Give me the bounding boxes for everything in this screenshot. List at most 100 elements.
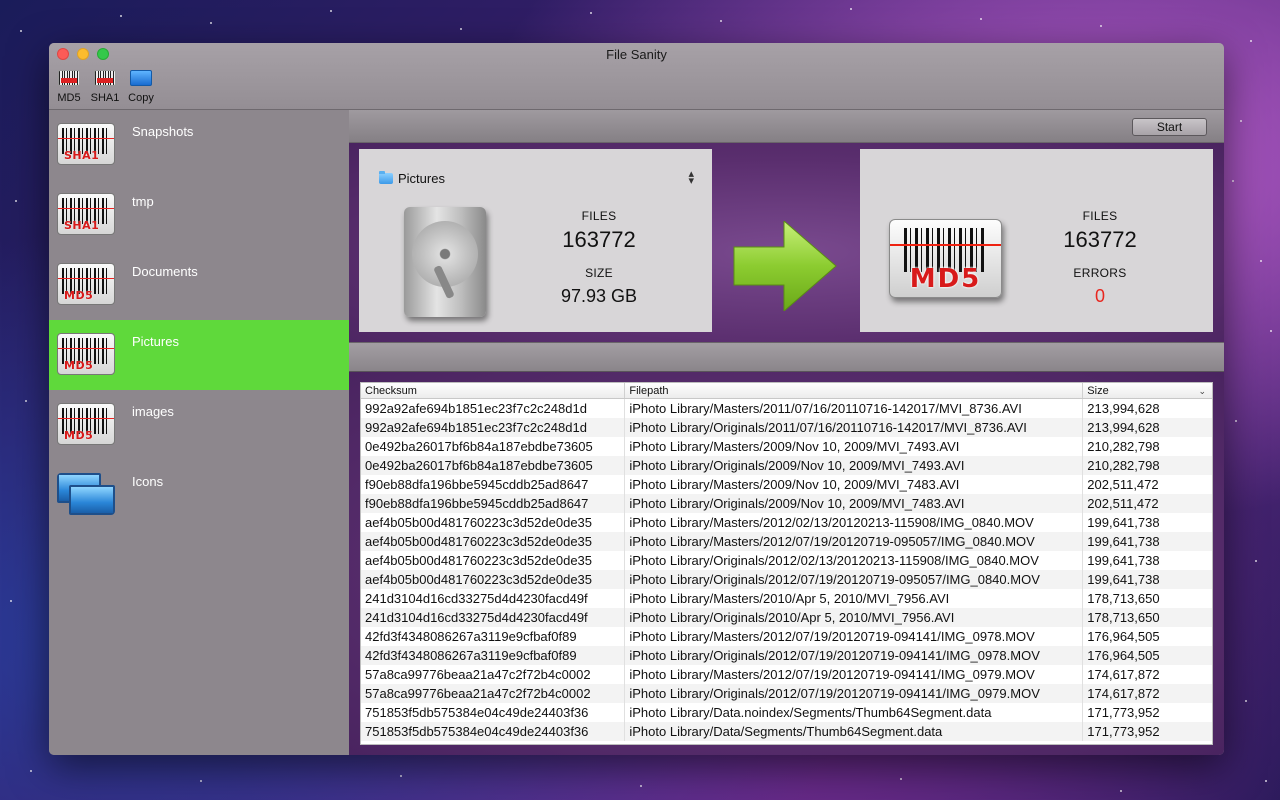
- size-cell: 202,511,472: [1087, 496, 1159, 511]
- sidebar-item-label: Documents: [132, 264, 198, 279]
- target-panel: MD5 FILES 163772 ERRORS 0: [860, 149, 1213, 332]
- size-cell: 176,964,505: [1087, 648, 1160, 663]
- table-row[interactable]: aef4b05b00d481760223c3d52de0de35 iPhoto L…: [361, 513, 1212, 532]
- size-cell: 210,282,798: [1087, 458, 1160, 473]
- size-cell: 213,994,628: [1087, 401, 1160, 416]
- star-decoration: [120, 15, 122, 17]
- table-row[interactable]: 57a8ca99776beaa21a47c2f72b4c0002 iPhoto L…: [361, 665, 1212, 684]
- sidebar: SHA1 Snapshots SHA1 tmp MD5 Documents MD…: [49, 110, 349, 755]
- sidebar-item-label: Icons: [132, 474, 164, 489]
- star-decoration: [1232, 180, 1234, 182]
- star-decoration: [1270, 330, 1272, 332]
- sidebar-item-tag: MD5: [64, 359, 94, 372]
- toolbar-sha1-button[interactable]: SHA1: [91, 70, 119, 104]
- table-row[interactable]: 992a92afe694b1851ec23f7c2c248d1d iPhoto L…: [361, 399, 1212, 418]
- sidebar-item-icons[interactable]: Icons: [49, 460, 349, 530]
- size-cell: 174,617,872: [1087, 686, 1160, 701]
- star-decoration: [25, 400, 27, 402]
- star-decoration: [1260, 260, 1262, 262]
- star-decoration: [1235, 420, 1237, 422]
- start-button[interactable]: Start: [1132, 118, 1207, 136]
- star-decoration: [1100, 25, 1102, 27]
- filepath-cell: iPhoto Library/Masters/2010/Apr 5, 2010/…: [625, 589, 1084, 608]
- source-folder-name: Pictures: [398, 171, 445, 186]
- md5-barcode-icon: MD5: [57, 333, 115, 375]
- table-row[interactable]: aef4b05b00d481760223c3d52de0de35 iPhoto L…: [361, 570, 1212, 589]
- filepath-cell: iPhoto Library/Masters/2012/07/19/201207…: [625, 627, 1084, 646]
- toolbar-md5-button[interactable]: MD5: [55, 70, 83, 104]
- sha1-barcode-icon: SHA1: [57, 193, 115, 235]
- checksum-cell: 42fd3f4348086267a3119e9cfbaf0f89: [361, 627, 626, 646]
- table-row[interactable]: 0e492ba26017bf6b84a187ebdbe73605 iPhoto L…: [361, 456, 1212, 475]
- app-window: File Sanity MD5 SHA1 Copy SHA1 Snapshots: [49, 43, 1224, 755]
- column-header-size[interactable]: Size ⌄: [1083, 383, 1212, 398]
- filepath-cell: iPhoto Library/Masters/2012/07/19/201207…: [625, 532, 1084, 551]
- checksum-cell: f90eb88dfa196bbe5945cddb25ad8647: [361, 494, 626, 513]
- toolbar-copy-button[interactable]: Copy: [127, 70, 155, 104]
- checksum-cell: 42fd3f4348086267a3119e9cfbaf0f89: [361, 646, 626, 665]
- star-decoration: [400, 775, 402, 777]
- table-row[interactable]: 241d3104d16cd33275d4d4230facd49f iPhoto L…: [361, 608, 1212, 627]
- target-files-value: 163772: [1063, 227, 1137, 252]
- column-header-size-label: Size: [1087, 385, 1109, 397]
- toolbar-md5-label: MD5: [57, 92, 81, 104]
- md5-barcode-icon: [58, 70, 80, 86]
- source-size-label: SIZE: [585, 266, 613, 280]
- toolbar: MD5 SHA1 Copy: [55, 70, 155, 104]
- star-decoration: [1120, 790, 1122, 792]
- star-decoration: [1250, 40, 1252, 42]
- main-content: Start Pictures ▴▾ FILES 163772 SIZE 97.: [349, 110, 1224, 755]
- checksum-cell: aef4b05b00d481760223c3d52de0de35: [361, 570, 626, 589]
- column-header-checksum[interactable]: Checksum: [361, 383, 626, 398]
- star-decoration: [900, 778, 902, 780]
- sidebar-item-label: Snapshots: [132, 124, 194, 139]
- table-row[interactable]: aef4b05b00d481760223c3d52de0de35 iPhoto L…: [361, 532, 1212, 551]
- source-folder-popup[interactable]: Pictures: [379, 171, 445, 186]
- table-row[interactable]: 241d3104d16cd33275d4d4230facd49f iPhoto L…: [361, 589, 1212, 608]
- checksum-cell: aef4b05b00d481760223c3d52de0de35: [361, 532, 626, 551]
- table-row[interactable]: 57a8ca99776beaa21a47c2f72b4c0002 iPhoto L…: [361, 684, 1212, 703]
- size-cell: 178,713,650: [1087, 610, 1160, 625]
- table-row[interactable]: f90eb88dfa196bbe5945cddb25ad8647 iPhoto L…: [361, 475, 1212, 494]
- source-files-stat: FILES 163772: [549, 209, 649, 253]
- results-table[interactable]: Checksum Filepath Size ⌄ 992a92afe694b18…: [360, 382, 1213, 745]
- source-size-value: 97.93 GB: [560, 286, 638, 306]
- filepath-cell: iPhoto Library/Data/Segments/Thumb64Segm…: [625, 722, 1084, 741]
- size-cell: 176,964,505: [1087, 629, 1160, 644]
- sidebar-item-label: Pictures: [132, 334, 179, 349]
- table-row[interactable]: 751853f5db575384e04c49de24403f36 iPhoto L…: [361, 722, 1212, 741]
- sort-descending-icon: ⌄: [1198, 386, 1206, 396]
- size-cell: 199,641,738: [1087, 515, 1160, 530]
- checksum-cell: 751853f5db575384e04c49de24403f36: [361, 722, 626, 741]
- table-row[interactable]: f90eb88dfa196bbe5945cddb25ad8647 iPhoto L…: [361, 494, 1212, 513]
- sidebar-item-images[interactable]: MD5 images: [49, 390, 349, 460]
- sidebar-item-documents[interactable]: MD5 Documents: [49, 250, 349, 320]
- size-cell: 178,713,650: [1087, 591, 1160, 606]
- checksum-cell: 57a8ca99776beaa21a47c2f72b4c0002: [361, 684, 626, 703]
- size-cell: 210,282,798: [1087, 439, 1160, 454]
- target-errors-value: 0: [1094, 286, 1105, 306]
- star-decoration: [200, 780, 202, 782]
- table-row[interactable]: 751853f5db575384e04c49de24403f36 iPhoto L…: [361, 703, 1212, 722]
- sha1-barcode-icon: [94, 70, 116, 86]
- sidebar-item-tmp[interactable]: SHA1 tmp: [49, 180, 349, 250]
- sidebar-item-snapshots[interactable]: SHA1 Snapshots: [49, 110, 349, 180]
- size-cell: 199,641,738: [1087, 534, 1160, 549]
- table-row[interactable]: 992a92afe694b1851ec23f7c2c248d1d iPhoto L…: [361, 418, 1212, 437]
- source-files-value: 163772: [562, 227, 636, 252]
- table-row[interactable]: 0e492ba26017bf6b84a187ebdbe73605 iPhoto L…: [361, 437, 1212, 456]
- star-decoration: [640, 785, 642, 787]
- folder-icon: [379, 171, 393, 184]
- target-files-label: FILES: [1082, 209, 1118, 223]
- filepath-cell: iPhoto Library/Masters/2011/07/16/201107…: [625, 399, 1084, 418]
- sidebar-item-pictures[interactable]: MD5 Pictures: [49, 320, 349, 390]
- table-row[interactable]: aef4b05b00d481760223c3d52de0de35 iPhoto L…: [361, 551, 1212, 570]
- table-row[interactable]: 42fd3f4348086267a3119e9cfbaf0f89 iPhoto L…: [361, 646, 1212, 665]
- checksum-cell: 0e492ba26017bf6b84a187ebdbe73605: [361, 456, 626, 475]
- table-row[interactable]: 42fd3f4348086267a3119e9cfbaf0f89 iPhoto L…: [361, 627, 1212, 646]
- column-header-filepath[interactable]: Filepath: [625, 383, 1084, 398]
- popup-chevron-icon[interactable]: ▴ ▾: [688, 169, 694, 187]
- results-area: Checksum Filepath Size ⌄ 992a92afe694b18…: [349, 372, 1224, 755]
- checksum-cell: 241d3104d16cd33275d4d4230facd49f: [361, 589, 626, 608]
- md5-barcode-icon: MD5: [889, 219, 1002, 298]
